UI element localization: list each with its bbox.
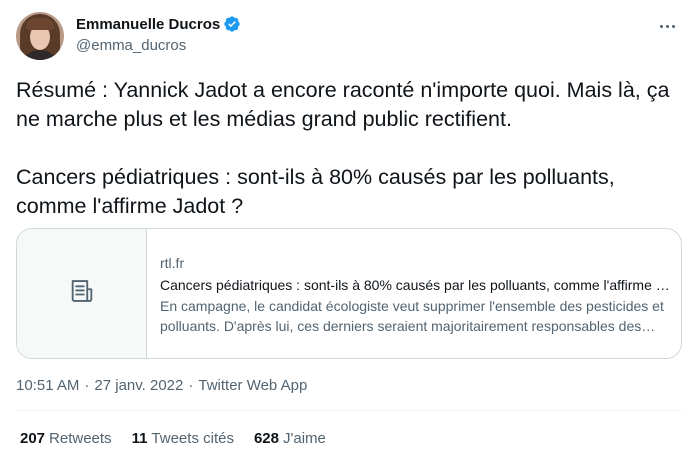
display-name[interactable]: Emmanuelle Ducros — [76, 16, 220, 33]
meta-separator: · — [84, 376, 90, 394]
tweet-date[interactable]: 27 janv. 2022 — [94, 377, 183, 394]
card-text: rtl.fr Cancers pédiatriques : sont-ils à… — [160, 254, 672, 336]
tweet-text: Résumé : Yannick Jadot a encore raconté … — [16, 78, 670, 218]
card-title: Cancers pédiatriques : sont-ils à 80% ca… — [160, 277, 672, 293]
likes-label: J'aime — [282, 429, 326, 447]
retweets-label: Retweets — [49, 429, 112, 447]
author-names: Emmanuelle Ducros @emma_ducros — [76, 14, 241, 54]
link-card[interactable]: rtl.fr Cancers pédiatriques : sont-ils à… — [16, 228, 682, 359]
more-options-icon[interactable] — [652, 16, 682, 36]
tweet-stats: 207 Retweets 11 Tweets cités 628 J'aime — [20, 428, 346, 448]
card-domain: rtl.fr — [160, 255, 185, 271]
quote-tweets-label: Tweets cités — [151, 429, 234, 447]
likes-count: 628 — [253, 429, 279, 447]
tweet-header: Emmanuelle Ducros @emma_ducros — [16, 12, 682, 62]
card-description: En campagne, le candidat écologiste veut… — [160, 298, 664, 334]
document-icon — [68, 277, 96, 310]
verified-badge-icon — [223, 15, 241, 33]
handle[interactable]: @emma_ducros — [76, 37, 241, 54]
avatar[interactable] — [16, 12, 64, 60]
divider — [16, 410, 682, 411]
tweet-time[interactable]: 10:51 AM — [16, 377, 79, 394]
quote-tweets-stat[interactable]: 11 Tweets cités — [132, 430, 234, 447]
tweet: Emmanuelle Ducros @emma_ducros Résumé : … — [0, 0, 698, 457]
quote-tweets-count: 11 — [131, 429, 148, 447]
likes-stat[interactable]: 628 J'aime — [254, 430, 326, 447]
tweet-source-app[interactable]: Twitter Web App — [198, 377, 307, 394]
retweets-stat[interactable]: 207 Retweets — [20, 430, 112, 447]
tweet-meta: 10:51 AM · 27 janv. 2022 · Twitter Web A… — [16, 375, 307, 395]
retweets-count: 207 — [20, 429, 46, 447]
meta-separator-2: · — [188, 376, 194, 394]
card-media — [17, 229, 147, 358]
